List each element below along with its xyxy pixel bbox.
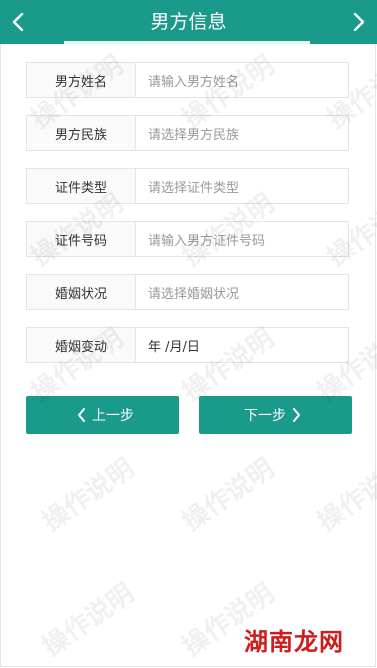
chevron-left-icon xyxy=(78,408,85,422)
header-bar: 男方信息 xyxy=(0,0,377,44)
name-row: 男方姓名 请输入男方姓名 xyxy=(26,62,349,98)
marital-status-label: 婚姻状况 xyxy=(27,275,136,309)
marital-change-row: 婚姻变动 年 /月/日 xyxy=(26,327,349,363)
id-number-row: 证件号码 请输入男方证件号码 xyxy=(26,221,349,257)
forward-button[interactable] xyxy=(341,0,377,44)
ethnicity-label: 男方民族 xyxy=(27,116,136,150)
id-type-label: 证件类型 xyxy=(27,169,136,203)
id-type-select[interactable]: 请选择证件类型 xyxy=(136,169,348,203)
name-input[interactable]: 请输入男方姓名 xyxy=(136,63,348,97)
id-type-row: 证件类型 请选择证件类型 xyxy=(26,168,349,204)
chevron-right-icon xyxy=(353,13,365,31)
chevron-right-icon xyxy=(293,408,300,422)
ethnicity-select[interactable]: 请选择男方民族 xyxy=(136,116,348,150)
next-step-label: 下一步 xyxy=(244,408,286,424)
marital-change-date-input[interactable]: 年 /月/日 xyxy=(136,328,348,362)
name-label: 男方姓名 xyxy=(27,63,136,97)
marital-status-row: 婚姻状况 请选择婚姻状况 xyxy=(26,274,349,310)
prev-step-label: 上一步 xyxy=(92,408,134,424)
id-number-input[interactable]: 请输入男方证件号码 xyxy=(136,222,348,256)
page-title: 男方信息 xyxy=(150,11,227,33)
next-step-button[interactable]: 下一步 xyxy=(199,396,352,434)
prev-step-button[interactable]: 上一步 xyxy=(26,396,179,434)
marital-change-label: 婚姻变动 xyxy=(27,328,136,362)
ethnicity-row: 男方民族 请选择男方民族 xyxy=(26,115,349,151)
marital-status-select[interactable]: 请选择婚姻状况 xyxy=(136,275,348,309)
site-logo: 湖南龙网 xyxy=(244,628,344,656)
id-number-label: 证件号码 xyxy=(27,222,136,256)
